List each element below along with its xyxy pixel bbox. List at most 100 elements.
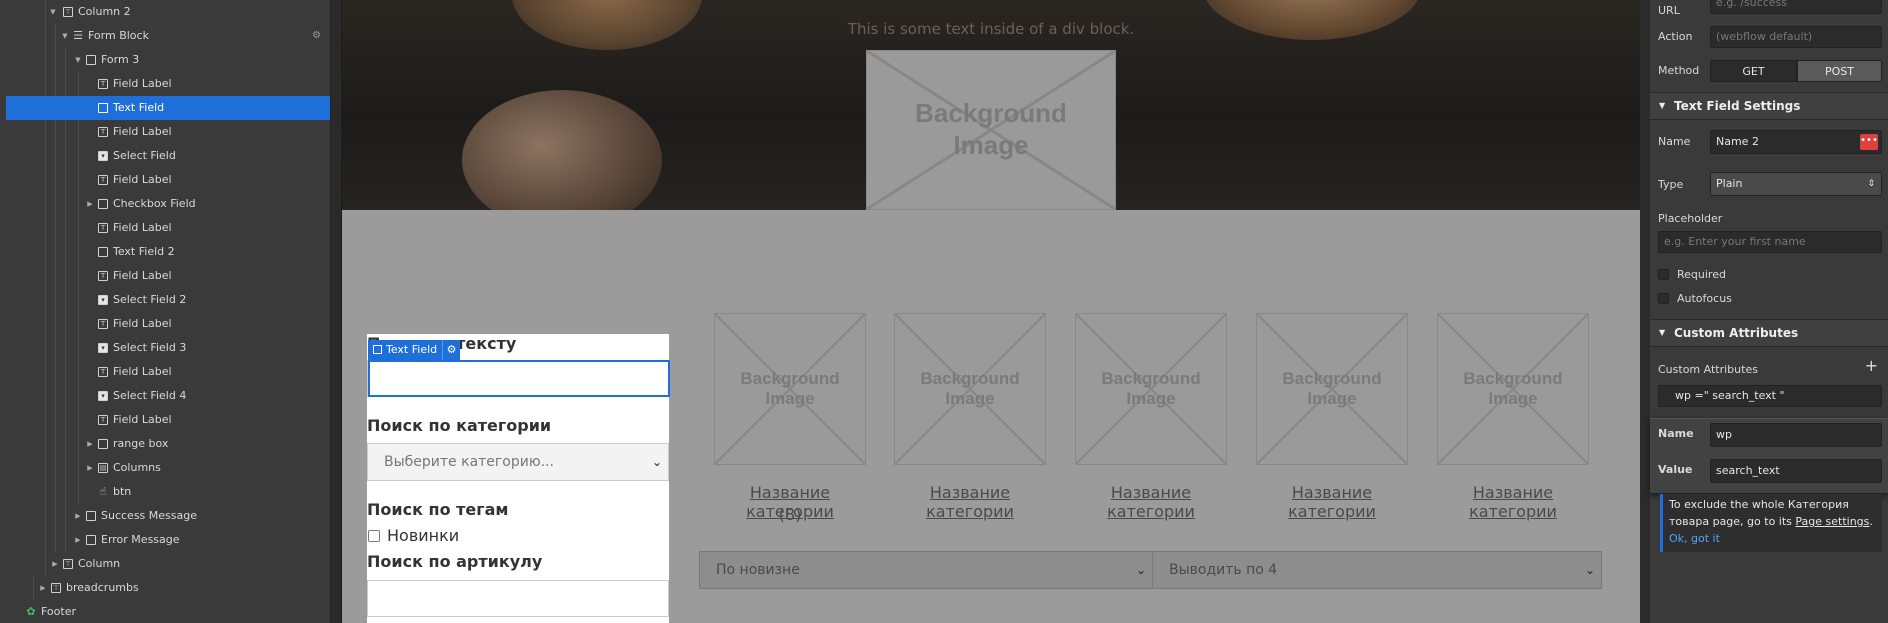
box-icon — [98, 439, 108, 449]
nav-item-checkbox-field[interactable]: ▶ Checkbox Field — [0, 192, 330, 216]
tags-heading: Поиск по тегам — [367, 500, 509, 519]
caret-right-icon[interactable]: ▶ — [73, 528, 83, 552]
hero-section[interactable]: This is some text inside of a div block.… — [342, 0, 1640, 210]
autofocus-label: Autofocus — [1677, 292, 1732, 305]
field-label-icon: T — [98, 319, 108, 329]
box-icon — [98, 199, 108, 209]
caret-right-icon[interactable]: ▶ — [73, 504, 83, 528]
nav-item-field-label[interactable]: T Field Label — [0, 72, 330, 96]
page-settings-link[interactable]: Page settings — [1795, 515, 1869, 528]
placeholder-input[interactable]: e.g. Enter your first name — [1658, 231, 1882, 253]
nav-item-columns[interactable]: ▶ ▤ Columns — [0, 456, 330, 480]
nav-item-select-field[interactable]: ▾ Select Field — [0, 144, 330, 168]
nav-item-field-label[interactable]: T Field Label — [0, 408, 330, 432]
component-settings-icon[interactable]: ⚙ — [312, 24, 321, 48]
redirect-url-input[interactable]: e.g. /success — [1710, 0, 1882, 14]
attr-name-label: Name — [1658, 427, 1694, 440]
design-canvas[interactable]: This is some text inside of a div block.… — [342, 0, 1640, 623]
caret-right-icon[interactable]: ▶ — [85, 432, 95, 456]
category-image[interactable]: Background Image — [1256, 313, 1408, 465]
type-label: Type — [1658, 178, 1684, 191]
box-icon — [98, 247, 108, 257]
caret-right-icon[interactable]: ▶ — [85, 456, 95, 480]
panel-resize-handle[interactable] — [331, 0, 342, 623]
selected-element-outline — [368, 360, 670, 397]
nav-item-field-label[interactable]: T Field Label — [0, 264, 330, 288]
field-label-icon: T — [98, 271, 108, 281]
name-input[interactable]: Name 2 ••• — [1710, 130, 1882, 154]
new-items-checkbox[interactable] — [368, 530, 380, 542]
attribute-edit-popup: Name wp Value search_text — [1650, 418, 1888, 494]
caret-right-icon[interactable]: ▶ — [50, 552, 60, 576]
nav-item-success-message[interactable]: ▶ Success Message — [0, 504, 330, 528]
category-select[interactable]: Выберите категорию... ⌄ — [367, 443, 669, 481]
select-icon: ▾ — [98, 151, 108, 161]
caret-down-icon[interactable]: ▼ — [73, 48, 83, 72]
caret-right-icon[interactable]: ▶ — [85, 192, 95, 216]
category-image[interactable]: Background Image — [1075, 313, 1227, 465]
nav-item-field-label[interactable]: T Field Label — [0, 312, 330, 336]
caret-down-icon[interactable]: ▼ — [48, 0, 58, 24]
bind-field-icon[interactable]: ••• — [1860, 134, 1878, 150]
add-attribute-plus-icon[interactable]: + — [1865, 356, 1878, 375]
chevron-down-icon: ⌄ — [1584, 563, 1595, 577]
sort-select[interactable]: По новизне ⌄ — [699, 551, 1153, 589]
action-input[interactable]: (webflow default) — [1710, 26, 1882, 48]
category-title-link[interactable]: Название категории — [890, 483, 1050, 521]
attr-name-input[interactable]: wp — [1710, 423, 1882, 447]
nav-item-form-block[interactable]: ▼ ☰ Form Block ⚙ — [0, 24, 330, 48]
field-label-icon: T — [98, 223, 108, 233]
nav-item-error-message[interactable]: ▶ Error Message — [0, 528, 330, 552]
nav-item-column[interactable]: ▶ ⊤ Column — [0, 552, 330, 576]
nav-item-field-label[interactable]: T Field Label — [0, 168, 330, 192]
chevron-down-icon: ⌄ — [1135, 563, 1146, 577]
category-image[interactable]: Background Image — [714, 313, 866, 465]
symbol-icon: ✿ — [26, 605, 36, 618]
pointer-icon: ☝ — [99, 485, 107, 498]
required-checkbox[interactable] — [1658, 269, 1669, 280]
box-icon — [86, 511, 96, 521]
attribute-list-item[interactable]: wp =" search_text " — [1658, 385, 1882, 407]
form-block-icon: ☰ — [73, 29, 83, 42]
attr-value-label: Value — [1658, 463, 1693, 476]
nav-item-column-2[interactable]: ▼ ⊤ Column 2 — [0, 0, 330, 24]
nav-item-field-label[interactable]: T Field Label — [0, 216, 330, 240]
nav-item-breadcrumbs[interactable]: ▶ ⊤ breadcrumbs — [0, 576, 330, 600]
custom-attributes-header[interactable]: ▼ Custom Attributes — [1650, 319, 1888, 347]
selected-element-badge[interactable]: Text Field — [368, 340, 444, 360]
element-settings-gear-icon[interactable]: ⚙ — [442, 340, 460, 360]
ok-got-it-button[interactable]: Ok, got it — [1669, 530, 1876, 547]
category-image[interactable]: Background Image — [894, 313, 1046, 465]
caret-right-icon[interactable]: ▶ — [38, 576, 48, 600]
article-input[interactable] — [367, 580, 669, 617]
nav-item-select-field-3[interactable]: ▾ Select Field 3 — [0, 336, 330, 360]
attr-value-input[interactable]: search_text — [1710, 459, 1882, 483]
hero-background-image[interactable]: Background Image — [866, 50, 1116, 210]
caret-down-icon[interactable]: ▼ — [60, 24, 70, 48]
autofocus-checkbox[interactable] — [1658, 293, 1669, 304]
category-image[interactable]: Background Image — [1437, 313, 1589, 465]
method-get-button[interactable]: GET — [1710, 60, 1797, 82]
nav-item-field-label[interactable]: T Field Label — [0, 120, 330, 144]
redirect-url-label: URL — [1658, 4, 1680, 17]
nav-item-form-3[interactable]: ▼ Form 3 — [0, 48, 330, 72]
type-select[interactable]: Plain ⇕ — [1710, 172, 1882, 196]
nav-item-text-field-2[interactable]: Text Field 2 — [0, 240, 330, 264]
custom-attributes-label: Custom Attributes — [1658, 363, 1758, 376]
chevron-down-icon: ⌄ — [651, 455, 662, 469]
nav-item-select-field-2[interactable]: ▾ Select Field 2 — [0, 288, 330, 312]
nav-item-range-box[interactable]: ▶ range box — [0, 432, 330, 456]
category-title-link[interactable]: Название категории — [1071, 483, 1231, 521]
category-title-link[interactable]: Название категории — [1252, 483, 1412, 521]
nav-item-field-label[interactable]: T Field Label — [0, 360, 330, 384]
nav-item-select-field-4[interactable]: ▾ Select Field 4 — [0, 384, 330, 408]
hero-photo-hand — [462, 90, 662, 210]
text-field-settings-header[interactable]: ▼ Text Field Settings — [1650, 92, 1888, 120]
nav-item-btn[interactable]: ☝ btn — [0, 480, 330, 504]
category-title-link[interactable]: Название категории — [1433, 483, 1593, 521]
nav-item-footer[interactable]: ✿ Footer — [0, 600, 330, 623]
method-post-button[interactable]: POST — [1797, 60, 1882, 82]
info-tip: To exclude the whole Категория товара pa… — [1660, 494, 1882, 552]
nav-item-text-field[interactable]: Text Field — [6, 96, 330, 120]
per-page-select[interactable]: Выводить по 4 ⌄ — [1152, 551, 1602, 589]
